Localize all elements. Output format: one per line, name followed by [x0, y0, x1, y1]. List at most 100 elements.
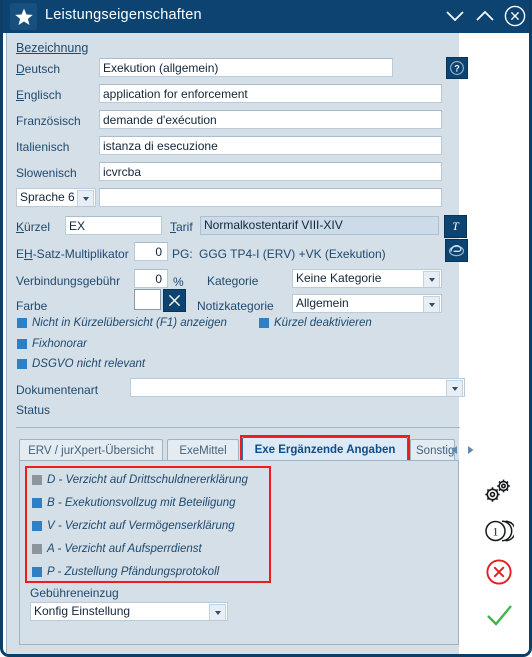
tab-erv-jurxpert-uebersicht[interactable]: ERV / jurXpert-Übersicht — [19, 439, 163, 461]
maximize-button[interactable] — [471, 3, 499, 29]
tab-page-exe-ergaenzende-angaben: D - Verzicht auf Drittschuldnererklärung… — [19, 460, 459, 645]
checkbox-label: DSGVO nicht relevant — [32, 358, 146, 370]
settings-gears-icon[interactable] — [481, 476, 515, 509]
label-eh-satz-multiplikator: EH-Satz-Multiplikator — [16, 247, 129, 261]
kategorie-value: Keine Kategorie — [296, 271, 382, 285]
checkbox-label: A - Verzicht auf Aufsperrdienst — [47, 543, 202, 555]
chevron-down-icon — [446, 380, 463, 396]
checkbox-p-zustellung-pfaendungsprotokoll[interactable]: P - Zustellung Pfändungsprotokoll — [32, 566, 219, 578]
window-controls — [441, 3, 529, 29]
gebuehreneinzug-select[interactable]: Konfig Einstellung — [30, 602, 228, 621]
checkbox-box — [17, 318, 27, 328]
italienisch-input[interactable] — [99, 136, 442, 155]
tab-label: ERV / jurXpert-Übersicht — [28, 444, 154, 457]
label-verbindungsgebuehr: Verbindungsgebühr — [16, 274, 121, 288]
checkbox-fixhonorar[interactable]: Fixhonorar — [17, 338, 87, 350]
farbe-swatch[interactable] — [134, 289, 161, 310]
farbe-clear-button[interactable] — [163, 289, 186, 312]
label-notizkategorie: Notizkategorie — [197, 299, 274, 313]
checkbox-label: B - Exekutionsvollzug mit Beteiligung — [47, 497, 236, 509]
chevron-down-icon — [423, 296, 440, 312]
checkbox-dsgvo-nicht-relevant[interactable]: DSGVO nicht relevant — [17, 358, 145, 370]
label-englisch: Englisch — [16, 88, 62, 102]
checkbox-label: Kürzel deaktivieren — [274, 317, 372, 329]
tab-scroll-left-button[interactable] — [447, 441, 461, 458]
label-farbe: Farbe — [16, 299, 48, 313]
englisch-input[interactable] — [99, 84, 442, 103]
checkbox-box — [32, 544, 42, 554]
group-label-bezeichnung: Bezeichnung — [16, 41, 89, 55]
slowenisch-input[interactable] — [99, 162, 442, 181]
window-title: Leistungseigenschaften — [45, 7, 202, 23]
label-italienisch: Italienisch — [16, 140, 70, 154]
checkbox-box — [17, 359, 27, 369]
checkbox-box — [32, 498, 42, 508]
checkbox-box — [17, 339, 27, 349]
tarif-value[interactable]: Normalkostentarif VIII-XIV — [200, 216, 439, 235]
checkbox-box — [32, 567, 42, 577]
dokumentenart-select[interactable] — [130, 378, 465, 397]
tab-label: Exe Ergänzende Angaben — [254, 443, 396, 456]
verbindungsgebuehr-input[interactable] — [134, 269, 168, 288]
checkbox-b-exekutionsvollzug-mit-beteiligung[interactable]: B - Exekutionsvollzug mit Beteiligung — [32, 497, 236, 509]
chevron-down-icon — [77, 190, 94, 206]
label-kategorie: Kategorie — [207, 274, 259, 288]
label-tarif: Tarif — [170, 220, 193, 234]
kuerzel-input[interactable] — [65, 216, 162, 235]
checkbox-label: Nicht in Kürzelübersicht (F1) anzeigen — [32, 317, 227, 329]
checkbox-box — [259, 318, 269, 328]
checkbox-v-verzicht-vermoegenserklaerung[interactable]: V - Verzicht auf Vermögenserklärung — [32, 520, 235, 532]
label-gebuehreneinzug: Gebühreneinzug — [30, 586, 119, 600]
checkbox-box — [32, 521, 42, 531]
chevron-down-icon — [209, 604, 226, 620]
coins-stack-icon[interactable]: 1 — [484, 518, 517, 547]
tab-exe-ergaenzende-angaben[interactable]: Exe Ergänzende Angaben — [242, 437, 408, 461]
pg-value: GGG TP4-I (ERV) +VK (Exekution) — [199, 247, 386, 261]
label-dokumentenart: Dokumentenart — [16, 383, 99, 397]
browser-icon[interactable] — [445, 239, 468, 262]
checkbox-d-verzicht-drittschuldnererklaerung[interactable]: D - Verzicht auf Drittschuldnererklärung — [32, 474, 248, 486]
tab-exemittel[interactable]: ExeMittel — [167, 439, 239, 461]
cancel-circle-icon[interactable] — [484, 557, 514, 590]
label-pg: PG: — [172, 247, 193, 261]
label-slowenisch: Slowenisch — [16, 166, 77, 180]
checkbox-a-verzicht-aufsperrdienst[interactable]: A - Verzicht auf Aufsperrdienst — [32, 543, 202, 555]
notizkategorie-select[interactable]: Allgemein — [292, 294, 442, 313]
star-icon — [10, 3, 37, 30]
close-button[interactable] — [501, 3, 529, 29]
confirm-check-icon[interactable] — [485, 603, 515, 632]
label-deutsch: Deutsch — [16, 62, 61, 76]
label-kuerzel: Kürzel — [16, 220, 51, 234]
side-action-panel: 1 — [459, 33, 529, 654]
tarif-button[interactable]: T — [444, 215, 467, 238]
checkbox-label: D - Verzicht auf Drittschuldnererklärung — [47, 474, 248, 486]
checkbox-label: V - Verzicht auf Vermögenserklärung — [47, 520, 235, 532]
deutsch-input[interactable] — [99, 58, 393, 77]
notizkategorie-value: Allgemein — [296, 296, 349, 310]
chevron-down-icon — [423, 271, 440, 287]
svg-text:?: ? — [454, 63, 460, 73]
tab-label: ExeMittel — [179, 444, 227, 457]
checkbox-label: Fixhonorar — [32, 338, 87, 350]
sprache6-input[interactable] — [99, 188, 442, 207]
title-bar: Leistungseigenschaften — [3, 0, 529, 33]
minimize-button[interactable] — [441, 3, 469, 29]
label-status: Status — [16, 403, 51, 417]
franzoesisch-input[interactable] — [99, 110, 442, 129]
tab-scroll-right-button[interactable] — [463, 441, 477, 458]
form-panel: Bezeichnung Deutsch ? Englisch Französis… — [6, 33, 473, 654]
help-button[interactable]: ? — [446, 57, 468, 79]
eh-satz-input[interactable] — [134, 242, 168, 261]
checkbox-nicht-in-kuerzeluebersicht[interactable]: Nicht in Kürzelübersicht (F1) anzeigen — [17, 317, 227, 329]
sprache6-select[interactable]: Sprache 6 — [16, 188, 96, 207]
kategorie-select[interactable]: Keine Kategorie — [292, 269, 442, 288]
checkbox-kuerzel-deaktivieren[interactable]: Kürzel deaktivieren — [259, 317, 372, 329]
sprache6-value: Sprache 6 — [20, 190, 75, 204]
tab-strip: ERV / jurXpert-Übersicht ExeMittel Exe E… — [19, 435, 473, 463]
gebuehreneinzug-value: Konfig Einstellung — [34, 604, 131, 618]
dialog-window: Leistungseigenschaften 1 Bezeichnung Deu… — [0, 0, 532, 657]
divider — [16, 427, 460, 428]
label-franzoesisch: Französisch — [16, 114, 81, 128]
checkbox-label: P - Zustellung Pfändungsprotokoll — [47, 566, 220, 578]
checkbox-box — [32, 475, 42, 485]
